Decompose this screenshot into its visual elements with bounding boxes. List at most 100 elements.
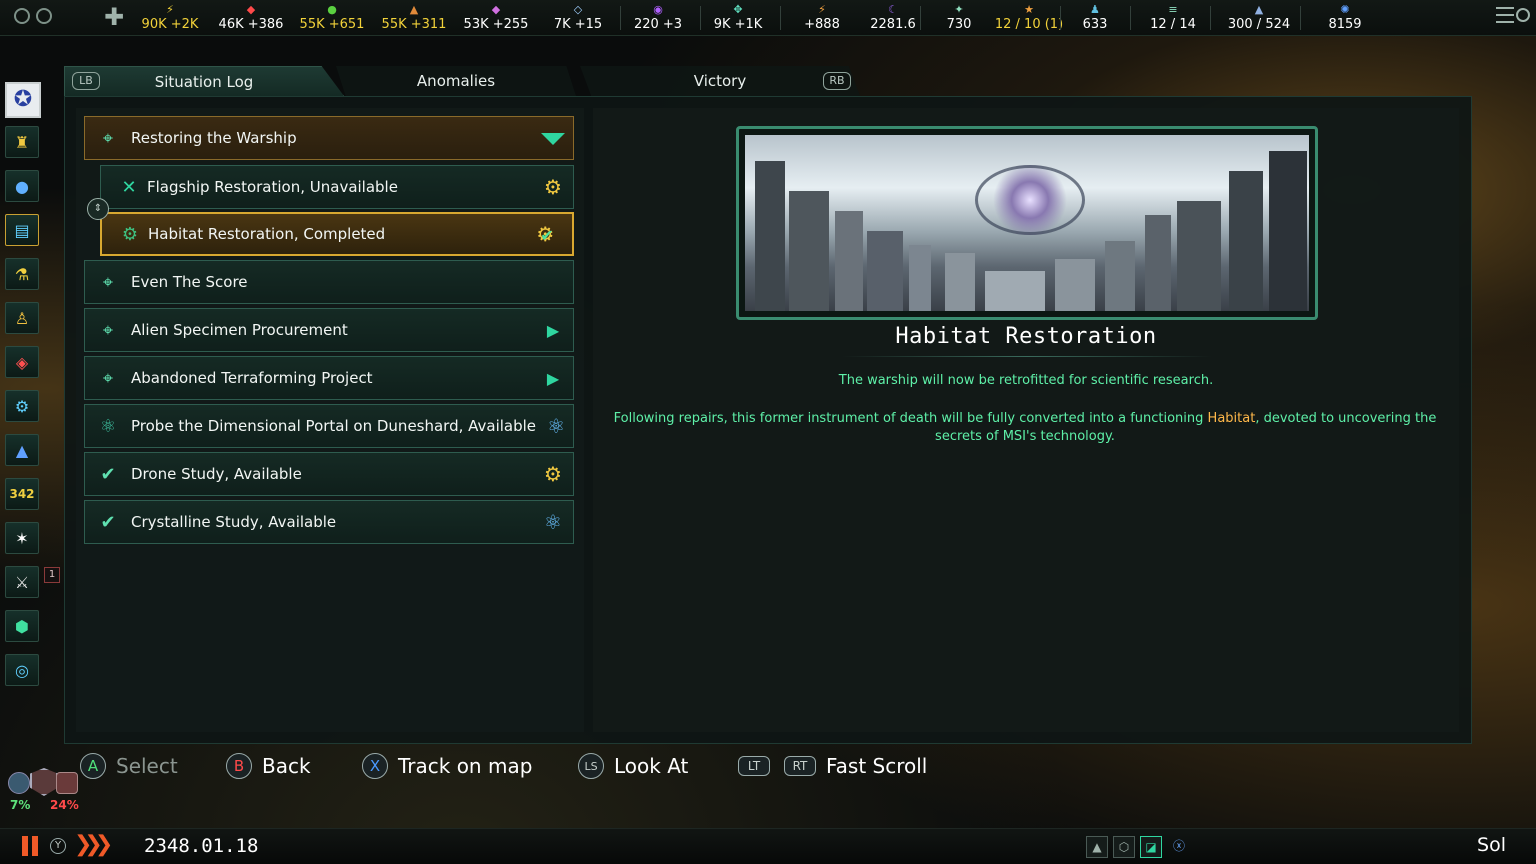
game-date: 2348.01.18 [144, 835, 259, 857]
detail-title: Habitat Restoration [895, 324, 1157, 349]
prompt-x[interactable]: X Track on map [362, 750, 532, 782]
prompt-a[interactable]: A Select [80, 750, 178, 782]
resource-alloys[interactable]: ◆ 53K +255 [464, 3, 529, 33]
situation-item-label: Habitat Restoration, Completed [148, 225, 386, 243]
collapse-triangle-icon[interactable] [533, 126, 573, 150]
resource-value: 730 [946, 17, 972, 32]
prompt-b[interactable]: B Back [226, 750, 311, 782]
alloys-icon: ◆ [491, 3, 501, 16]
location-pin-icon: ⌖ [102, 271, 114, 293]
x-button-icon[interactable]: ⓧ [1168, 836, 1190, 858]
situation-item[interactable]: ⌖ Even The Score [84, 260, 574, 304]
wars-icon[interactable]: ⚔ [5, 566, 39, 598]
contacts-planet-icon[interactable]: 342 [5, 478, 39, 510]
rb-button-icon[interactable]: RB [823, 72, 851, 90]
resource-value: 53K +255 [463, 17, 529, 32]
arrow-right-icon: ▶ [546, 320, 560, 340]
research-icon: ✥ [733, 3, 743, 16]
minerals-icon: ◆ [246, 3, 256, 16]
situation-item[interactable]: ⌖ Restoring the Warship [84, 116, 574, 160]
resource-society[interactable]: ☾ 2281.6 [870, 3, 916, 33]
planets-icon[interactable]: ● [5, 170, 39, 202]
starbase-icon[interactable]: ◎ [5, 654, 39, 686]
species-icon[interactable]: ♙ [5, 302, 39, 334]
map-mode-icon[interactable]: ◪ [1140, 836, 1162, 858]
resource-starbases[interactable]: ≡ 12 / 14 [1150, 3, 1196, 33]
resource-value: 46K +386 [218, 17, 284, 32]
resource-influence[interactable]: ◇ 7K +15 [554, 3, 602, 33]
resource-food[interactable]: ● 55K +651 [300, 3, 365, 33]
situation-item[interactable]: ⌖ Alien Specimen Procurement ▶ [84, 308, 574, 352]
market-icon[interactable]: ⚙ [5, 390, 39, 422]
resource-minerals[interactable]: ◆ 46K +386 [219, 3, 284, 33]
resource-value: 633 [1082, 17, 1108, 32]
prompt-label: Track on map [398, 754, 533, 778]
resource-consumer-goods[interactable]: ▲ 55K +311 [382, 3, 447, 33]
dpad-icon[interactable]: ✚ [104, 5, 124, 29]
resource-value: +888 [804, 17, 840, 32]
resource-pops[interactable]: ♟ 633 [1083, 3, 1108, 33]
tab-victory[interactable]: Victory [580, 66, 860, 96]
resource-engineering[interactable]: ✦ 730 [947, 3, 972, 33]
detail-description: Following repairs, this former instrumen… [610, 410, 1440, 446]
habitat-link[interactable]: Habitat [1208, 411, 1256, 426]
resource-value: 8159 [1328, 17, 1362, 32]
resource-divider [620, 6, 621, 30]
resource-divider [700, 6, 701, 30]
tab-situation-log[interactable]: Situation Log [64, 66, 344, 96]
prompt-ls[interactable]: LS Look At [578, 750, 688, 782]
top-resource-bar: ✚ ⚡ 90K +2K ◆ 46K +386 ● 55K +651 ▲ 55K +311 ◆ 53… [0, 0, 1536, 36]
fleets-icon[interactable]: ⬢ [5, 610, 39, 642]
atom-icon: ⚛ [99, 415, 117, 437]
expand-collapse-icon[interactable]: ⇕ [87, 198, 109, 220]
resource-value: 90K +2K [141, 17, 199, 32]
resource-fleet[interactable]: ▲ 300 / 524 [1228, 3, 1290, 33]
y-button-icon[interactable]: Y [50, 838, 66, 854]
side-counter: 342 [9, 487, 35, 501]
contacts-icon[interactable] [14, 8, 30, 24]
prompt-label: Back [262, 754, 311, 778]
pause-icon[interactable] [20, 836, 40, 856]
prompt-rt[interactable]: RT Fast Scroll [784, 750, 927, 782]
options-icon[interactable] [36, 8, 52, 24]
title-divider [842, 356, 1212, 357]
resource-envoys[interactable]: ★ 12 / 10 (1) [995, 3, 1063, 33]
tab-bar: Situation Log LB Anomalies Victory RB [64, 66, 864, 96]
government-icon[interactable]: ♜ [5, 126, 39, 158]
resource-physics[interactable]: ⚡ +888 [804, 3, 840, 33]
resource-unity[interactable]: ◉ 220 +3 [634, 3, 682, 33]
situation-item[interactable]: ✕ Flagship Restoration, Unavailable ⚙ [100, 165, 574, 209]
situation-item[interactable]: ⚛ Probe the Dimensional Portal on Dunesha… [84, 404, 574, 448]
resource-stability[interactable]: ✺ 8159 [1328, 3, 1361, 33]
situation-item-label: Flagship Restoration, Unavailable [147, 178, 398, 196]
expansion-icon[interactable]: ▲ [5, 434, 39, 466]
speed-chevrons-icon[interactable]: ❯❯❯ [74, 832, 113, 857]
top-left-icons [14, 8, 52, 24]
situation-item[interactable]: ✔ Drone Study, Available ⚙ [84, 452, 574, 496]
resource-energy[interactable]: ⚡ 90K +2K [142, 3, 199, 33]
prompt-lt[interactable]: LT [738, 750, 780, 782]
ship-icon[interactable]: ▲ [1086, 836, 1108, 858]
situation-log-icon[interactable]: ▤ [5, 214, 39, 246]
situation-item[interactable]: ⚙ Habitat Restoration, Completed ⚙✔ [100, 212, 574, 256]
resource-research[interactable]: ✥ 9K +1K [714, 3, 763, 33]
tab-anomalies[interactable]: Anomalies [336, 66, 576, 96]
starbases-icon: ≡ [1168, 3, 1178, 16]
resource-value: 300 / 524 [1227, 17, 1291, 32]
technology-icon[interactable]: ⚗ [5, 258, 39, 290]
shield-hex-icon[interactable]: ⬡ [1113, 836, 1135, 858]
situation-item[interactable]: ⌖ Abandoned Terraforming Project ▶ [84, 356, 574, 400]
galactic-community-icon[interactable]: ✶ [5, 522, 39, 554]
traditions-icon[interactable]: ◈ [5, 346, 39, 378]
ls-button-icon: LS [578, 753, 604, 779]
lb-button-icon[interactable]: LB [72, 72, 100, 90]
menu-button-icon[interactable] [1516, 8, 1530, 22]
situation-item[interactable]: ✔ Crystalline Study, Available ⚛ [84, 500, 574, 544]
resource-value: 7K +15 [553, 17, 603, 32]
menu-icon[interactable] [1496, 7, 1514, 23]
check-icon: ✔ [100, 511, 116, 533]
engineering-icon: ✦ [954, 3, 964, 16]
prompt-label: Fast Scroll [826, 754, 928, 778]
energy-icon: ⚡ [166, 3, 174, 16]
empire-flag-icon[interactable]: ✪ [5, 82, 41, 118]
